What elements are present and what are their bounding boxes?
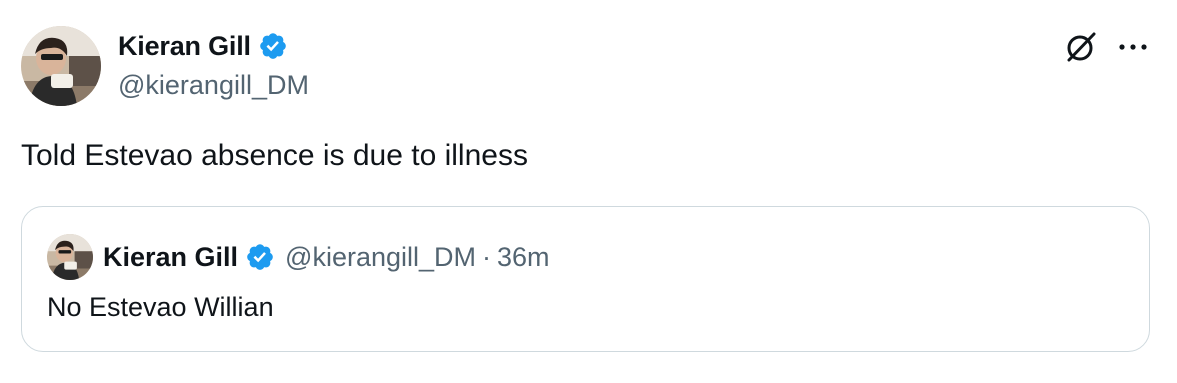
verified-badge-icon <box>247 244 273 270</box>
grok-icon[interactable] <box>1064 30 1098 64</box>
verified-badge-icon <box>260 33 286 59</box>
avatar-photo <box>47 234 93 280</box>
tweet-card: Kieran Gill @kierangill_DM Told Estevao … <box>0 0 1177 383</box>
quoted-tweet-header: Kieran Gill @kierangill_DM · 36m <box>103 239 550 275</box>
tweet-text: Told Estevao absence is due to illness <box>21 139 528 172</box>
author-handle[interactable]: @kierangill_DM <box>118 70 309 101</box>
author-avatar[interactable] <box>21 26 101 106</box>
author-display-name[interactable]: Kieran Gill <box>118 31 251 62</box>
quoted-author-avatar[interactable] <box>47 234 93 280</box>
separator-dot: · <box>482 241 492 272</box>
author-name-row[interactable]: Kieran Gill <box>118 28 288 64</box>
quoted-tweet-timestamp[interactable]: 36m <box>497 242 550 273</box>
quoted-tweet[interactable]: Kieran Gill @kierangill_DM · 36m No Este… <box>21 206 1150 352</box>
avatar-photo <box>21 26 101 106</box>
quoted-author-handle[interactable]: @kierangill_DM <box>285 242 476 273</box>
quoted-author-display-name[interactable]: Kieran Gill <box>103 242 238 273</box>
more-options-icon[interactable] <box>1116 36 1150 58</box>
quoted-tweet-text: No Estevao Willian <box>47 292 274 322</box>
